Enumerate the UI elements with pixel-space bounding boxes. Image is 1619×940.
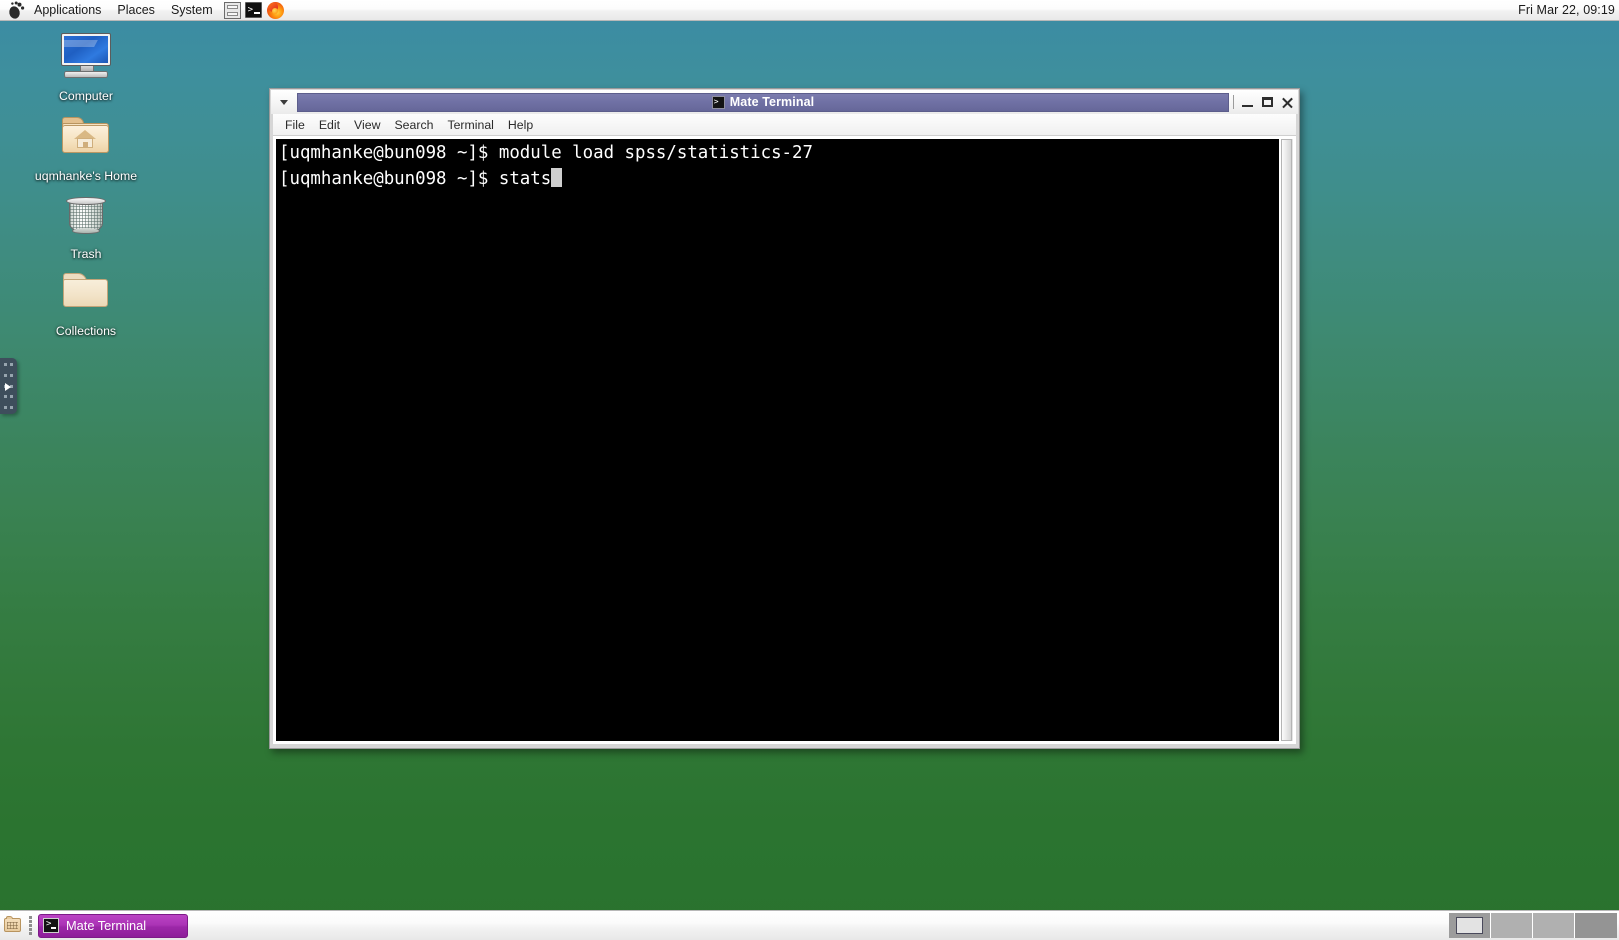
workspace-window-thumbnail: [1456, 917, 1483, 934]
archive-manager-icon: [223, 2, 241, 19]
terminal-scrollbar[interactable]: [1279, 139, 1293, 741]
terminal-icon: [711, 95, 725, 109]
menu-system[interactable]: System: [163, 0, 221, 20]
menu-item-search[interactable]: Search: [387, 116, 440, 134]
terminal-menu-bar: File Edit View Search Terminal Help: [273, 114, 1296, 136]
folder-icon: [4, 915, 21, 932]
desktop-icon-computer[interactable]: Computer: [30, 30, 142, 105]
mate-foot-icon[interactable]: [4, 0, 26, 20]
menu-item-terminal[interactable]: Terminal: [440, 116, 500, 134]
show-desktop-button[interactable]: [2, 914, 24, 938]
terminal-line-2: [uqmhanke@bun098 ~]$ stats: [279, 168, 552, 189]
close-button[interactable]: [1278, 93, 1297, 112]
menu-item-edit[interactable]: Edit: [312, 116, 347, 134]
minimize-button[interactable]: [1238, 93, 1257, 112]
title-separator: [1233, 95, 1234, 109]
clock[interactable]: Fri Mar 22, 09:19: [1518, 3, 1619, 17]
desktop-icon-home[interactable]: uqmhanke's Home: [30, 110, 142, 185]
menu-item-file[interactable]: File: [278, 116, 312, 134]
workspace-4[interactable]: [1575, 913, 1617, 938]
home-folder-icon: [58, 110, 114, 164]
desktop-icon-label: uqmhanke's Home: [34, 169, 138, 183]
trash-can-icon: [58, 188, 114, 242]
terminal-icon: [244, 2, 262, 18]
chevron-right-icon: [5, 383, 11, 391]
mate-foot-glyph: [9, 1, 25, 19]
desktop-icon-label: Collections: [55, 324, 117, 338]
terminal-line-1: [uqmhanke@bun098 ~]$ module load spss/st…: [279, 143, 813, 163]
menu-item-help[interactable]: Help: [501, 116, 540, 134]
desktop-icon-label: Computer: [59, 89, 113, 103]
panel-drag-grip[interactable]: [26, 915, 35, 937]
window-frame: Mate Terminal File Edit View Search Term…: [269, 88, 1300, 749]
computer-monitor-icon: [58, 30, 114, 84]
desktop-icon-collections[interactable]: Collections: [30, 265, 142, 340]
terminal-screen[interactable]: [uqmhanke@bun098 ~]$ module load spss/st…: [273, 136, 1296, 744]
menu-places[interactable]: Places: [109, 0, 163, 20]
workspace-2[interactable]: [1491, 913, 1533, 938]
window-title-area: Mate Terminal: [297, 92, 1229, 112]
workspace-3[interactable]: [1533, 913, 1575, 938]
window-title-bar[interactable]: Mate Terminal: [271, 90, 1298, 114]
desktop-icon-trash[interactable]: Trash: [30, 188, 142, 263]
launcher-archive-manager[interactable]: [222, 1, 242, 19]
panel-drawer-handle[interactable]: [0, 358, 17, 414]
menu-applications[interactable]: Applications: [26, 0, 109, 20]
workspace-switcher: [1449, 913, 1617, 939]
desktop-icon-label: Trash: [70, 247, 102, 261]
window-menu-button[interactable]: [273, 91, 295, 113]
scrollbar-thumb[interactable]: [1281, 139, 1292, 741]
menu-item-view[interactable]: View: [347, 116, 387, 134]
firefox-icon: [266, 2, 284, 19]
maximize-button[interactable]: [1258, 93, 1277, 112]
workspace-1[interactable]: [1449, 913, 1491, 938]
window-title: Mate Terminal: [729, 95, 815, 109]
launcher-terminal[interactable]: [244, 1, 264, 19]
taskbar-item-mate-terminal[interactable]: Mate Terminal: [38, 913, 188, 938]
folder-icon: [58, 265, 114, 319]
taskbar-item-label: Mate Terminal: [66, 918, 147, 933]
window-list: Mate Terminal: [38, 911, 1449, 940]
launcher-firefox[interactable]: [266, 1, 286, 19]
top-panel: Applications Places System Fri Mar 22, 0…: [0, 0, 1619, 21]
terminal-icon: [43, 917, 59, 933]
terminal-window[interactable]: Mate Terminal File Edit View Search Term…: [269, 88, 1300, 749]
bottom-panel: Mate Terminal: [0, 910, 1619, 940]
desktop-background[interactable]: Computer uqmhanke's Home Trash Collectio…: [0, 0, 1619, 940]
terminal-output[interactable]: [uqmhanke@bun098 ~]$ module load spss/st…: [276, 139, 1279, 741]
terminal-cursor: [551, 167, 562, 187]
